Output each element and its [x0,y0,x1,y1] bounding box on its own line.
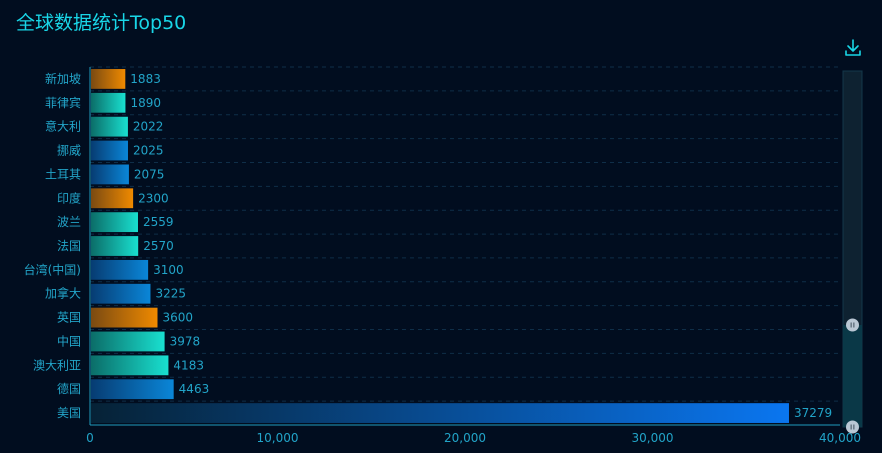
bar[interactable] [91,403,789,423]
datazoom-handle-start[interactable] [846,318,859,332]
bar[interactable] [91,140,128,161]
y-tick-label: 新加坡 [45,71,81,86]
bar[interactable] [91,259,149,280]
y-tick-label: 印度 [57,190,81,205]
y-tick-label: 德国 [57,381,81,396]
bar[interactable] [91,307,158,328]
data-label: 3225 [155,287,186,301]
bar[interactable] [91,164,129,185]
bar[interactable] [91,116,128,137]
data-label: 37279 [794,406,832,420]
x-tick-label: 10,000 [257,431,299,445]
handle-grip [853,424,855,430]
datazoom-selected-range[interactable] [843,325,862,427]
datazoom-handle-end[interactable] [846,420,859,434]
y-tick-label: 加拿大 [45,286,81,301]
chart-panel: 全球数据统计Top50 1883 1890 2022 2025 2075 2300 2559… [0,0,882,453]
handle-grip [850,322,852,328]
y-tick-label: 美国 [57,406,81,420]
bar[interactable] [91,69,126,89]
bar[interactable] [91,379,174,400]
bar[interactable] [91,92,126,113]
data-label: 2075 [134,167,165,181]
y-tick-label: 法国 [57,239,81,253]
y-tick-label: 中国 [57,333,81,348]
y-tick-label: 菲律宾 [45,95,81,110]
y-tick-label: 土耳其 [45,167,81,181]
x-tick-label: 30,000 [632,431,674,445]
y-tick-label: 意大利 [45,119,81,134]
data-label: 3600 [163,311,194,325]
data-label: 2570 [143,239,174,253]
bar[interactable] [91,283,151,304]
y-tick-label: 台湾(中国) [24,262,81,277]
data-label: 4463 [179,382,210,396]
y-tick-label: 英国 [57,311,81,325]
bar[interactable] [91,212,138,233]
y-tick-label: 澳大利亚 [33,358,81,372]
data-label: 3978 [170,334,201,348]
bar[interactable] [91,236,139,256]
bar[interactable] [91,355,169,376]
data-label: 4183 [173,358,204,372]
data-label: 2025 [133,144,164,158]
data-label: 2022 [133,120,164,134]
data-label: 1890 [130,96,161,110]
y-tick-label: 挪威 [57,144,81,158]
data-labels: 1883 1890 2022 2025 2075 2300 2559 2570 3100 3225… [130,72,832,420]
bar-chart: 1883 1890 2022 2025 2075 2300 2559 2570 3100 3225… [24,66,863,445]
x-tick-label: 0 [86,431,94,445]
datazoom-slider[interactable] [842,70,863,434]
data-label: 2559 [143,215,174,229]
data-label: 3100 [153,263,184,277]
handle-grip [850,424,852,430]
x-tick-label: 20,000 [444,431,486,445]
handle-grip [853,322,855,328]
bar[interactable] [91,331,165,352]
data-label: 2300 [138,191,169,205]
bar[interactable] [91,188,134,209]
y-tick-label: 波兰 [57,215,81,229]
data-label: 1883 [130,72,161,86]
